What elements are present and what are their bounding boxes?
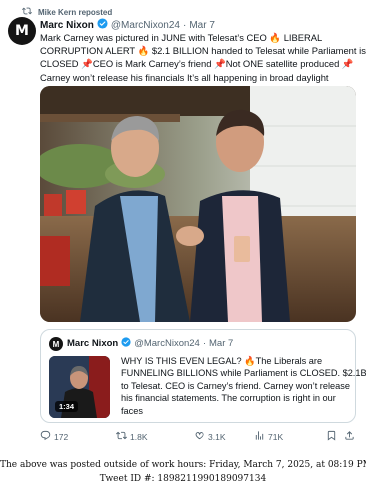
quoted-author-name[interactable]: Marc Nixon [67, 338, 118, 349]
repost-action-icon [116, 430, 127, 443]
views-button[interactable]: 71K [254, 430, 283, 443]
heart-icon [194, 430, 205, 443]
footer-line-2: Tweet ID #: 1898211990189097134 [99, 474, 267, 484]
bookmark-icon [326, 430, 337, 443]
repost-button[interactable]: 1.8K [116, 430, 148, 443]
quoted-video-thumbnail[interactable]: 1:34 [49, 356, 110, 418]
views-count: 71K [268, 431, 284, 442]
post-photo[interactable] [40, 86, 356, 322]
views-icon [254, 430, 265, 443]
post-text: Mark Carney was pictured in JUNE with Te… [40, 31, 366, 84]
quoted-author-handle[interactable]: @MarcNixon24 [134, 338, 200, 349]
quoted-post-date[interactable]: Mar 7 [209, 338, 233, 349]
post-header: Marc Nixon @MarcNixon24 · Mar 7 [40, 18, 215, 32]
avatar-letter: M [15, 23, 29, 39]
repost-count: 1.8K [130, 431, 148, 442]
reply-count: 172 [54, 431, 69, 442]
like-button[interactable]: 3.1K [194, 430, 226, 443]
post-date[interactable]: Mar 7 [189, 20, 215, 31]
quoted-post[interactable]: M Marc Nixon @MarcNixon24 · Mar 7 1:34 W… [40, 329, 366, 423]
quoted-post-header: Marc Nixon @MarcNixon24 · Mar 7 [67, 337, 233, 350]
repost-indicator: Mike Kern reposted [22, 6, 112, 18]
author-avatar[interactable]: M [8, 17, 36, 45]
post-text-line: CORRUPTION ALERT 🔥 $2.1 BILLION handed t… [40, 45, 366, 57]
quoted-header-separator: · [202, 338, 206, 349]
quoted-text-line: FUNNELING BILLIONS while Parliament is C… [121, 368, 366, 379]
quoted-verified-icon [121, 337, 131, 350]
quoted-post-text: WHY IS THIS EVEN LEGAL? 🔥The Liberals ar… [121, 355, 366, 417]
post-text-line: CLOSED 📌CEO is Mark Carney’s friend 📌Not… [40, 58, 354, 70]
quoted-text-line: to Telesat. CEO is Carney’s friend. Carn… [121, 380, 350, 391]
like-count: 3.1K [208, 431, 226, 442]
verified-icon [97, 18, 108, 32]
photo-illustration [40, 86, 356, 322]
footer-line-1: The above was posted outside of work hou… [0, 460, 366, 470]
quoted-avatar-letter: M [52, 339, 60, 349]
quoted-text-line: WHY IS THIS EVEN LEGAL? 🔥The Liberals ar… [121, 356, 323, 366]
author-handle[interactable]: @MarcNixon24 [111, 20, 180, 31]
post-text-line: Mark Carney was pictured in JUNE with Te… [40, 32, 323, 43]
header-separator: · [182, 19, 187, 31]
post-text-line: Carney won’t release his financials It’s… [40, 71, 329, 83]
share-button[interactable] [344, 430, 355, 443]
video-duration: 1:34 [55, 401, 79, 412]
post-actions: 172 1.8K 3.1K 71K [40, 430, 356, 444]
quoted-author-avatar[interactable]: M [49, 337, 63, 351]
repost-label: Mike Kern reposted [38, 7, 113, 17]
quoted-text-line: his financial statements. The corruption… [121, 393, 336, 404]
bookmark-button[interactable] [326, 430, 337, 443]
share-icon [344, 430, 355, 443]
reply-button[interactable]: 172 [40, 430, 68, 443]
footer-caption: The above was posted outside of work hou… [0, 458, 366, 486]
author-name[interactable]: Marc Nixon [40, 20, 94, 31]
reply-icon [40, 430, 51, 443]
quoted-text-line: faces [121, 405, 143, 416]
